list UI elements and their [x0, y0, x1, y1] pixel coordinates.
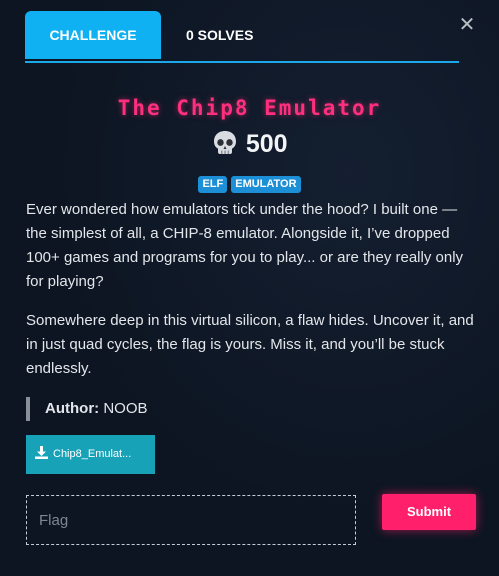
- author-name: NOOB: [103, 400, 148, 417]
- author-label: Author:: [45, 400, 100, 417]
- tag-badge: EMULATOR: [231, 176, 301, 193]
- skull-icon: [214, 130, 237, 154]
- challenge-description: Ever wondered how emulators tick under t…: [26, 198, 478, 396]
- tag-badge: ELF: [198, 176, 228, 193]
- challenge-tabs: CHALLENGE 0 SOLVES: [25, 11, 459, 63]
- challenge-title: The Chip8 Emulator: [117, 96, 382, 120]
- download-file-name: Chip8_Emulat...: [53, 448, 132, 460]
- challenge-points: 500: [245, 130, 288, 158]
- tab-solves[interactable]: 0 SOLVES: [175, 11, 265, 59]
- flag-input[interactable]: [26, 495, 356, 545]
- description-paragraph: Somewhere deep in this virtual silicon, …: [26, 312, 474, 377]
- close-icon[interactable]: ✕: [458, 15, 476, 35]
- challenge-value-row: 500: [0, 130, 499, 166]
- challenge-tags: ELF EMULATOR: [0, 176, 499, 193]
- download-icon: [35, 445, 48, 459]
- description-paragraph: Ever wondered how emulators tick under t…: [26, 201, 464, 290]
- challenge-author: Author: NOOB: [26, 397, 148, 421]
- download-file-button[interactable]: Chip8_Emulat...: [26, 435, 155, 474]
- tab-challenge[interactable]: CHALLENGE: [25, 11, 161, 59]
- challenge-modal: CHALLENGE 0 SOLVES ✕ The Chip8 Emulator …: [0, 0, 499, 576]
- submit-button[interactable]: Submit: [382, 494, 476, 530]
